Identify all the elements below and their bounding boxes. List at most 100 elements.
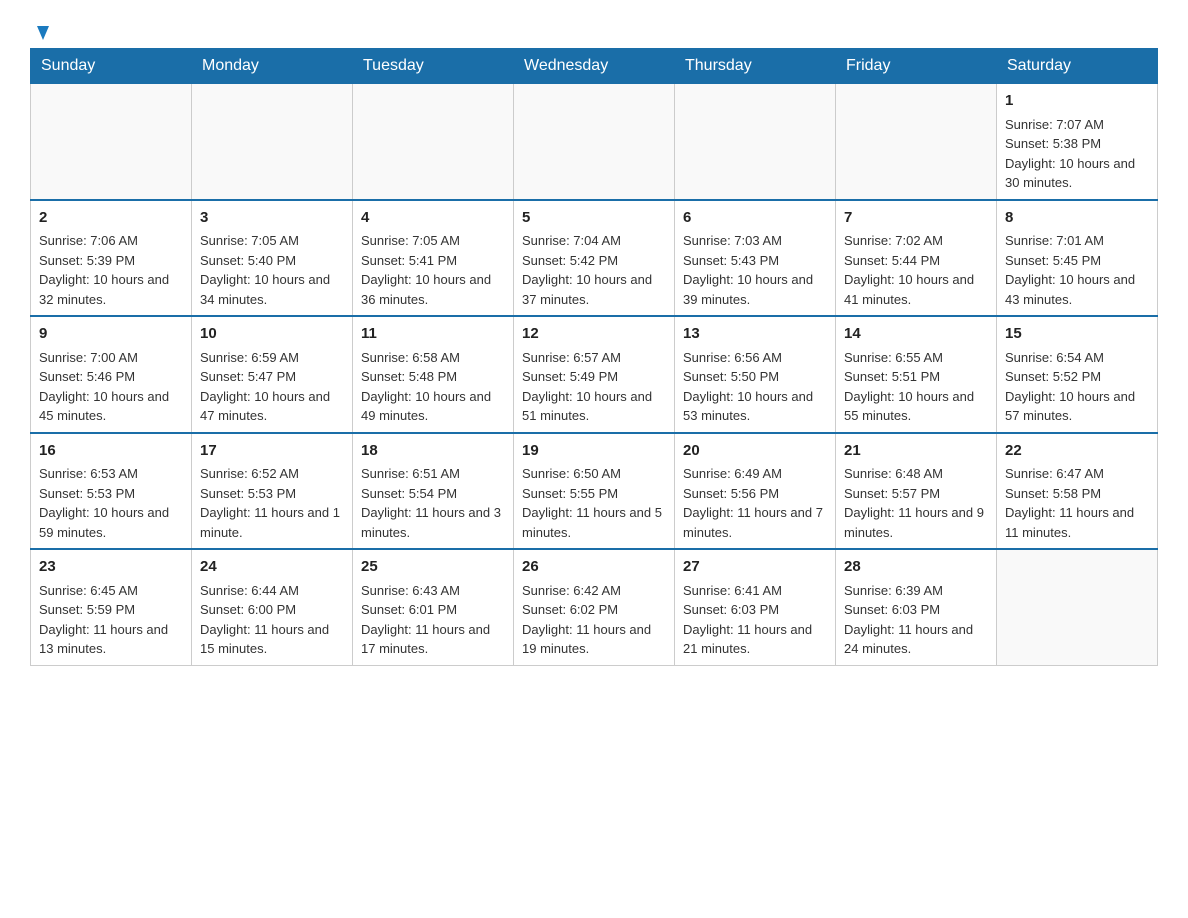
day-info-line: Sunrise: 7:00 AM <box>39 348 183 368</box>
day-info-line: Sunrise: 7:06 AM <box>39 231 183 251</box>
calendar-cell: 2Sunrise: 7:06 AMSunset: 5:39 PMDaylight… <box>31 200 192 317</box>
day-info-line: Daylight: 10 hours and 43 minutes. <box>1005 270 1149 309</box>
day-info-line: Daylight: 10 hours and 49 minutes. <box>361 387 505 426</box>
calendar-cell: 12Sunrise: 6:57 AMSunset: 5:49 PMDayligh… <box>514 316 675 433</box>
calendar-cell: 10Sunrise: 6:59 AMSunset: 5:47 PMDayligh… <box>192 316 353 433</box>
day-info-line: Sunset: 5:41 PM <box>361 251 505 271</box>
day-number: 9 <box>39 323 183 346</box>
day-number: 22 <box>1005 440 1149 463</box>
day-info-line: Sunset: 5:43 PM <box>683 251 827 271</box>
calendar-cell <box>192 84 353 200</box>
day-info-line: Sunset: 5:52 PM <box>1005 367 1149 387</box>
calendar-cell: 28Sunrise: 6:39 AMSunset: 6:03 PMDayligh… <box>836 549 997 665</box>
day-info-line: Sunset: 5:45 PM <box>1005 251 1149 271</box>
day-info-line: Daylight: 11 hours and 11 minutes. <box>1005 503 1149 542</box>
day-info-line: Daylight: 11 hours and 13 minutes. <box>39 620 183 659</box>
day-info-line: Sunrise: 6:41 AM <box>683 581 827 601</box>
day-info-line: Sunrise: 6:44 AM <box>200 581 344 601</box>
calendar-cell: 24Sunrise: 6:44 AMSunset: 6:00 PMDayligh… <box>192 549 353 665</box>
day-info-line: Daylight: 11 hours and 7 minutes. <box>683 503 827 542</box>
day-number: 2 <box>39 207 183 230</box>
day-info-line: Daylight: 11 hours and 1 minute. <box>200 503 344 542</box>
calendar-cell: 23Sunrise: 6:45 AMSunset: 5:59 PMDayligh… <box>31 549 192 665</box>
day-info-line: Daylight: 11 hours and 9 minutes. <box>844 503 988 542</box>
cell-content: 18Sunrise: 6:51 AMSunset: 5:54 PMDayligh… <box>361 440 505 543</box>
day-info-line: Daylight: 10 hours and 34 minutes. <box>200 270 344 309</box>
cell-content: 7Sunrise: 7:02 AMSunset: 5:44 PMDaylight… <box>844 207 988 310</box>
day-number: 7 <box>844 207 988 230</box>
day-info-line: Daylight: 11 hours and 3 minutes. <box>361 503 505 542</box>
day-info-line: Daylight: 10 hours and 39 minutes. <box>683 270 827 309</box>
day-number: 20 <box>683 440 827 463</box>
cell-content: 24Sunrise: 6:44 AMSunset: 6:00 PMDayligh… <box>200 556 344 659</box>
day-number: 15 <box>1005 323 1149 346</box>
day-info-line: Daylight: 11 hours and 24 minutes. <box>844 620 988 659</box>
calendar-header-row: SundayMondayTuesdayWednesdayThursdayFrid… <box>31 49 1158 84</box>
day-info-line: Sunrise: 6:47 AM <box>1005 464 1149 484</box>
day-info-line: Sunset: 5:51 PM <box>844 367 988 387</box>
day-info-line: Sunset: 5:40 PM <box>200 251 344 271</box>
calendar-cell <box>31 84 192 200</box>
day-number: 12 <box>522 323 666 346</box>
day-info-line: Sunrise: 7:05 AM <box>200 231 344 251</box>
day-info-line: Daylight: 10 hours and 36 minutes. <box>361 270 505 309</box>
calendar-cell <box>514 84 675 200</box>
cell-content: 21Sunrise: 6:48 AMSunset: 5:57 PMDayligh… <box>844 440 988 543</box>
cell-content: 26Sunrise: 6:42 AMSunset: 6:02 PMDayligh… <box>522 556 666 659</box>
calendar-cell: 6Sunrise: 7:03 AMSunset: 5:43 PMDaylight… <box>675 200 836 317</box>
day-info-line: Daylight: 10 hours and 55 minutes. <box>844 387 988 426</box>
day-number: 6 <box>683 207 827 230</box>
calendar-cell: 16Sunrise: 6:53 AMSunset: 5:53 PMDayligh… <box>31 433 192 550</box>
day-info-line: Sunset: 5:46 PM <box>39 367 183 387</box>
day-info-line: Daylight: 10 hours and 57 minutes. <box>1005 387 1149 426</box>
calendar-cell: 5Sunrise: 7:04 AMSunset: 5:42 PMDaylight… <box>514 200 675 317</box>
day-number: 25 <box>361 556 505 579</box>
day-info-line: Daylight: 11 hours and 21 minutes. <box>683 620 827 659</box>
day-info-line: Sunrise: 6:52 AM <box>200 464 344 484</box>
day-info-line: Sunrise: 6:49 AM <box>683 464 827 484</box>
cell-content: 19Sunrise: 6:50 AMSunset: 5:55 PMDayligh… <box>522 440 666 543</box>
day-info-line: Sunset: 5:53 PM <box>39 484 183 504</box>
calendar-cell: 8Sunrise: 7:01 AMSunset: 5:45 PMDaylight… <box>997 200 1158 317</box>
day-header-thursday: Thursday <box>675 49 836 84</box>
calendar-cell: 17Sunrise: 6:52 AMSunset: 5:53 PMDayligh… <box>192 433 353 550</box>
cell-content: 15Sunrise: 6:54 AMSunset: 5:52 PMDayligh… <box>1005 323 1149 426</box>
day-number: 5 <box>522 207 666 230</box>
calendar-cell: 21Sunrise: 6:48 AMSunset: 5:57 PMDayligh… <box>836 433 997 550</box>
calendar-cell: 20Sunrise: 6:49 AMSunset: 5:56 PMDayligh… <box>675 433 836 550</box>
day-number: 1 <box>1005 90 1149 113</box>
day-info-line: Sunset: 5:57 PM <box>844 484 988 504</box>
day-info-line: Daylight: 10 hours and 32 minutes. <box>39 270 183 309</box>
calendar-cell: 13Sunrise: 6:56 AMSunset: 5:50 PMDayligh… <box>675 316 836 433</box>
cell-content: 28Sunrise: 6:39 AMSunset: 6:03 PMDayligh… <box>844 556 988 659</box>
day-info-line: Sunset: 6:03 PM <box>844 600 988 620</box>
page-header <box>30 20 1158 38</box>
calendar-cell <box>836 84 997 200</box>
day-info-line: Sunrise: 6:39 AM <box>844 581 988 601</box>
day-header-friday: Friday <box>836 49 997 84</box>
day-info-line: Sunrise: 6:42 AM <box>522 581 666 601</box>
day-info-line: Sunset: 5:38 PM <box>1005 134 1149 154</box>
cell-content: 6Sunrise: 7:03 AMSunset: 5:43 PMDaylight… <box>683 207 827 310</box>
day-number: 16 <box>39 440 183 463</box>
day-info-line: Daylight: 11 hours and 19 minutes. <box>522 620 666 659</box>
calendar-cell: 19Sunrise: 6:50 AMSunset: 5:55 PMDayligh… <box>514 433 675 550</box>
calendar-week-row: 23Sunrise: 6:45 AMSunset: 5:59 PMDayligh… <box>31 549 1158 665</box>
day-info-line: Daylight: 10 hours and 47 minutes. <box>200 387 344 426</box>
day-info-line: Daylight: 10 hours and 30 minutes. <box>1005 154 1149 193</box>
cell-content: 14Sunrise: 6:55 AMSunset: 5:51 PMDayligh… <box>844 323 988 426</box>
day-info-line: Sunrise: 6:56 AM <box>683 348 827 368</box>
day-number: 17 <box>200 440 344 463</box>
calendar-cell: 11Sunrise: 6:58 AMSunset: 5:48 PMDayligh… <box>353 316 514 433</box>
cell-content: 16Sunrise: 6:53 AMSunset: 5:53 PMDayligh… <box>39 440 183 543</box>
day-number: 27 <box>683 556 827 579</box>
day-info-line: Sunrise: 6:54 AM <box>1005 348 1149 368</box>
cell-content: 27Sunrise: 6:41 AMSunset: 6:03 PMDayligh… <box>683 556 827 659</box>
day-info-line: Daylight: 11 hours and 5 minutes. <box>522 503 666 542</box>
day-info-line: Sunset: 5:53 PM <box>200 484 344 504</box>
day-info-line: Sunset: 5:44 PM <box>844 251 988 271</box>
cell-content: 4Sunrise: 7:05 AMSunset: 5:41 PMDaylight… <box>361 207 505 310</box>
calendar-week-row: 1Sunrise: 7:07 AMSunset: 5:38 PMDaylight… <box>31 84 1158 200</box>
cell-content: 17Sunrise: 6:52 AMSunset: 5:53 PMDayligh… <box>200 440 344 543</box>
day-info-line: Sunrise: 7:02 AM <box>844 231 988 251</box>
